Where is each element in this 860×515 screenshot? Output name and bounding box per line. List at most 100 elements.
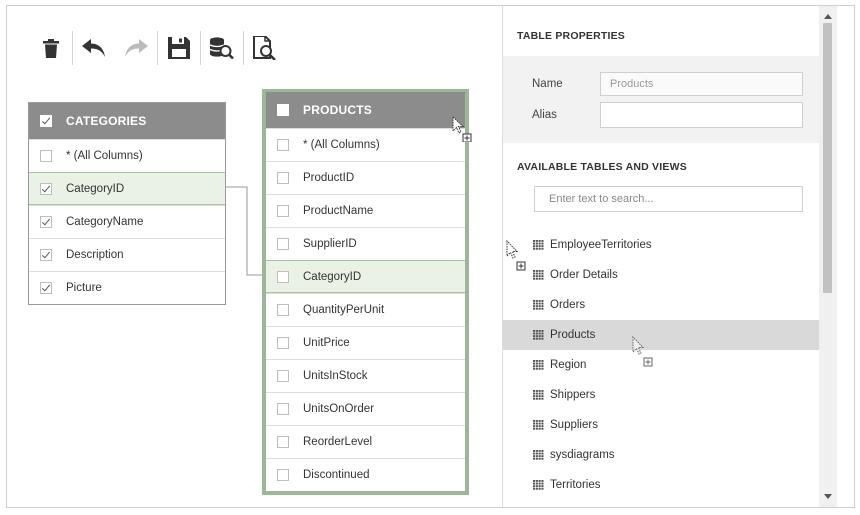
column-checkbox[interactable] — [277, 370, 289, 382]
column-checkbox[interactable] — [40, 282, 52, 294]
column-label: UnitsOnOrder — [303, 403, 374, 415]
column-checkbox[interactable] — [277, 172, 289, 184]
trash-icon — [43, 38, 59, 58]
column-checkbox[interactable] — [277, 403, 289, 415]
categories-table-header[interactable]: CATEGORIES — [29, 103, 225, 139]
query-builder-window: CATEGORIES * (All Columns) CategoryID Cate… — [6, 5, 855, 508]
table-grid-icon — [533, 270, 544, 280]
column-checkbox[interactable] — [277, 469, 289, 481]
alias-field[interactable] — [600, 102, 803, 128]
column-checkbox[interactable] — [277, 337, 289, 349]
table-title: PRODUCTS — [303, 103, 372, 117]
table-list-item[interactable]: Suppliers — [503, 410, 829, 440]
select-all-checkbox[interactable] — [277, 104, 289, 116]
column-row[interactable]: ProductName — [266, 194, 465, 227]
table-title: CATEGORIES — [66, 114, 147, 128]
save-button[interactable] — [158, 28, 200, 68]
table-list-item[interactable]: Territories — [503, 470, 829, 500]
column-label: SupplierID — [303, 238, 357, 250]
column-row[interactable]: UnitPrice — [266, 326, 465, 359]
table-list-item[interactable]: Order Details — [503, 260, 829, 290]
column-label: CategoryID — [303, 270, 362, 283]
table-list-item[interactable]: Shippers — [503, 380, 829, 410]
column-checkbox[interactable] — [277, 238, 289, 250]
column-checkbox[interactable] — [277, 304, 289, 316]
column-row[interactable]: * (All Columns) — [266, 128, 465, 161]
table-list-label: Products — [550, 329, 596, 341]
column-label: UnitPrice — [303, 337, 350, 349]
categories-table[interactable]: CATEGORIES * (All Columns) CategoryID Cate… — [28, 102, 226, 305]
name-field[interactable]: Products — [600, 72, 803, 96]
delete-button[interactable] — [30, 28, 72, 68]
scrollbar-thumb[interactable] — [823, 23, 832, 293]
column-row[interactable]: CategoryID — [266, 260, 465, 293]
column-row[interactable]: ReorderLevel — [266, 425, 465, 458]
column-checkbox[interactable] — [40, 249, 52, 261]
available-tables-title: AVAILABLE TABLES AND VIEWS — [517, 161, 687, 173]
vertical-scrollbar[interactable] — [819, 6, 837, 507]
name-label: Name — [532, 78, 563, 90]
column-row[interactable]: SupplierID — [266, 227, 465, 260]
undo-icon — [82, 39, 105, 57]
column-label: Picture — [66, 282, 102, 294]
select-all-checkbox[interactable] — [40, 115, 52, 127]
table-grid-icon — [533, 450, 544, 460]
column-row[interactable]: * (All Columns) — [29, 139, 225, 172]
table-list-label: Suppliers — [550, 419, 598, 431]
table-list-item[interactable]: EmployeeTerritories — [503, 230, 829, 260]
column-row[interactable]: UnitsInStock — [266, 359, 465, 392]
column-checkbox[interactable] — [40, 150, 52, 162]
column-checkbox[interactable] — [277, 436, 289, 448]
column-row[interactable]: CategoryID — [29, 172, 225, 205]
table-grid-icon — [533, 240, 544, 250]
redo-button[interactable] — [115, 28, 157, 68]
table-list-label: sysdiagrams — [550, 449, 615, 461]
column-checkbox[interactable] — [277, 139, 289, 151]
redo-icon — [125, 39, 148, 57]
column-checkbox[interactable] — [277, 205, 289, 217]
column-row[interactable]: UnitsOnOrder — [266, 392, 465, 425]
table-list-label: Region — [550, 359, 587, 371]
data-preview-button[interactable] — [201, 28, 243, 68]
table-list-item[interactable]: Orders — [503, 290, 829, 320]
products-table-header[interactable]: PRODUCTS — [266, 92, 465, 128]
table-grid-icon — [533, 420, 544, 430]
table-list-item[interactable]: Products — [503, 320, 829, 350]
table-list-item[interactable]: Region — [503, 350, 829, 380]
column-row[interactable]: Picture — [29, 271, 225, 304]
column-label: Description — [66, 249, 124, 261]
table-grid-icon — [533, 330, 544, 340]
products-table[interactable]: PRODUCTS * (All Columns) ProductID Product… — [262, 89, 469, 495]
column-checkbox[interactable] — [277, 270, 289, 283]
search-input[interactable]: Enter text to search... — [534, 186, 803, 212]
scroll-down-arrow-icon[interactable] — [824, 494, 832, 499]
column-label: UnitsInStock — [303, 370, 368, 382]
scroll-up-arrow-icon[interactable] — [824, 14, 832, 19]
available-tables-list: EmployeeTerritories Order Details Orders Pr… — [503, 230, 829, 500]
table-properties: Name Products Alias — [503, 56, 829, 143]
sql-preview-button[interactable] — [244, 28, 286, 68]
column-checkbox[interactable] — [40, 216, 52, 228]
column-row[interactable]: CategoryName — [29, 205, 225, 238]
table-list-label: Orders — [550, 299, 586, 311]
column-label: CategoryID — [66, 182, 125, 195]
column-label: ProductName — [303, 205, 374, 217]
table-list-label: Shippers — [550, 389, 596, 401]
column-row[interactable]: Description — [29, 238, 225, 271]
column-row[interactable]: QuantityPerUnit — [266, 293, 465, 326]
document-search-icon — [253, 36, 276, 60]
table-list-label: Territories — [550, 479, 601, 491]
column-row[interactable]: Discontinued — [266, 458, 465, 491]
column-label: Discontinued — [303, 469, 370, 481]
undo-button[interactable] — [73, 28, 115, 68]
column-label: CategoryName — [66, 216, 144, 228]
column-label: * (All Columns) — [303, 139, 380, 151]
table-grid-icon — [533, 480, 544, 490]
column-checkbox[interactable] — [40, 182, 52, 195]
column-row[interactable]: ProductID — [266, 161, 465, 194]
alias-label: Alias — [532, 109, 557, 121]
table-list-item[interactable]: sysdiagrams — [503, 440, 829, 470]
toolbar — [30, 28, 286, 68]
table-grid-icon — [533, 390, 544, 400]
table-properties-title: TABLE PROPERTIES — [517, 30, 626, 42]
